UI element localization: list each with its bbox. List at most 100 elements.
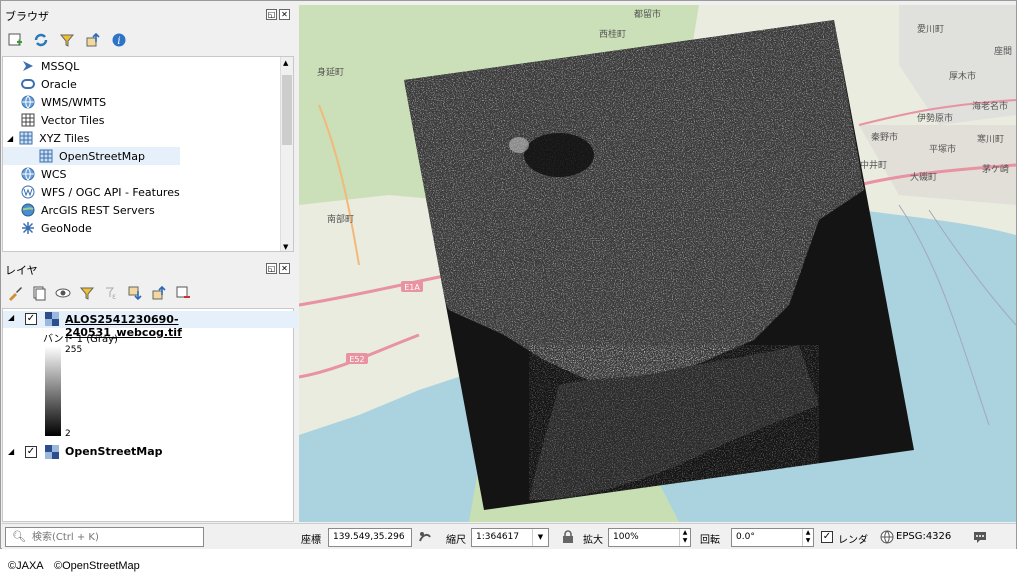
layer-visibility-checkbox[interactable]: ✓ bbox=[25, 313, 37, 325]
search-icon: 🔍︎ bbox=[12, 530, 26, 543]
road-shield-label: E52 bbox=[349, 355, 364, 364]
scale-value: 1:364617 bbox=[476, 532, 520, 542]
tile-layer-icon bbox=[45, 445, 59, 462]
map-label: 茅ケ崎 bbox=[982, 163, 1009, 175]
chevron-down-icon[interactable]: ▼ bbox=[532, 529, 548, 546]
layer-visibility-checkbox[interactable]: ✓ bbox=[25, 446, 37, 458]
lock-icon[interactable] bbox=[562, 530, 574, 547]
layers-panel-buttons: ◱ ✕ bbox=[266, 263, 290, 274]
spin-arrows-icon[interactable]: ▲ ▼ bbox=[679, 529, 690, 546]
browser-item-label: MSSQL bbox=[41, 59, 80, 73]
refresh-icon[interactable] bbox=[31, 30, 51, 50]
layers-tree: ◢ ✓ ALOS2541230690-240531_webcog.tif バンド… bbox=[2, 308, 298, 522]
browser-toolbar: i bbox=[5, 30, 129, 50]
locator-search-box[interactable]: 🔍︎ bbox=[5, 527, 204, 547]
browser-item-wcs[interactable]: WCS bbox=[21, 165, 67, 183]
wfs-icon bbox=[21, 185, 35, 199]
collapse-arrow-icon[interactable]: ◢ bbox=[7, 134, 13, 143]
browser-panel-title: ブラウザ bbox=[5, 10, 49, 23]
browser-item-label: WFS / OGC API - Features bbox=[41, 185, 180, 199]
map-canvas[interactable]: E1A E52 都留市 西桂町 身延町 南部町 愛川町 座間 厚木市 海老名市 … bbox=[299, 5, 1016, 522]
browser-item-label: Vector Tiles bbox=[41, 113, 105, 127]
rotation-spinbox[interactable]: 0.0° ▲ ▼ bbox=[731, 528, 814, 547]
crs-globe-icon[interactable] bbox=[880, 530, 894, 547]
expand-all-icon[interactable] bbox=[125, 283, 145, 303]
status-bar: 🔍︎ 座標 139.549,35.296 縮尺 1:364617 ▼ 拡大 10… bbox=[2, 523, 1016, 549]
layers-toolbar: ε bbox=[5, 283, 193, 303]
scale-combobox[interactable]: 1:364617 ▼ bbox=[471, 528, 549, 547]
magnify-label: 拡大 bbox=[583, 535, 603, 546]
layer-name-osm[interactable]: OpenStreetMap bbox=[65, 445, 163, 458]
float-panel-icon[interactable]: ◱ bbox=[266, 9, 277, 20]
browser-item-xyz-tiles[interactable]: ◢ XYZ Tiles bbox=[7, 129, 89, 147]
remove-layer-icon[interactable] bbox=[173, 283, 193, 303]
qgis-window: ブラウザ ◱ ✕ i MSSQL Oracle WMS/WMTS Vector … bbox=[0, 0, 1017, 549]
browser-item-openstreetmap[interactable]: OpenStreetMap bbox=[3, 147, 180, 165]
add-group-icon[interactable] bbox=[29, 283, 49, 303]
messages-icon[interactable] bbox=[972, 529, 988, 548]
collapse-arrow-icon[interactable]: ◢ bbox=[8, 447, 14, 456]
render-checkbox[interactable]: ✓ bbox=[821, 531, 833, 543]
browser-item-wms[interactable]: WMS/WMTS bbox=[21, 93, 106, 111]
rotation-value: 0.0° bbox=[736, 532, 755, 542]
legend-band-label: バンド 1 (Gray) bbox=[43, 334, 118, 345]
browser-panel-buttons: ◱ ✕ bbox=[266, 9, 290, 20]
map-label: 伊勢原市 bbox=[917, 112, 953, 124]
tiles-icon bbox=[19, 131, 33, 145]
svg-text:i: i bbox=[117, 36, 120, 47]
magnify-value: 100% bbox=[613, 532, 639, 542]
oracle-icon bbox=[21, 77, 35, 91]
browser-item-label: WCS bbox=[41, 167, 67, 181]
close-panel-icon[interactable]: ✕ bbox=[279, 9, 290, 20]
scroll-up-icon[interactable]: ▲ bbox=[283, 59, 288, 67]
map-label: 南部町 bbox=[327, 213, 354, 225]
map-label: 西桂町 bbox=[599, 28, 626, 40]
coord-label: 座標 bbox=[301, 535, 321, 546]
browser-item-arcgis[interactable]: ArcGIS REST Servers bbox=[21, 201, 155, 219]
svg-text:ε: ε bbox=[112, 292, 116, 301]
scroll-down-icon[interactable]: ▼ bbox=[283, 243, 288, 251]
collapse-all-icon[interactable] bbox=[83, 30, 103, 50]
map-svg: E1A E52 都留市 西桂町 身延町 南部町 愛川町 座間 厚木市 海老名市 … bbox=[299, 5, 1016, 522]
collapse-arrow-icon[interactable]: ◢ bbox=[8, 313, 14, 322]
float-panel-icon[interactable]: ◱ bbox=[266, 263, 277, 274]
filter-expression-icon[interactable]: ε bbox=[101, 283, 121, 303]
browser-item-label: GeoNode bbox=[41, 221, 92, 235]
browser-item-geonode[interactable]: GeoNode bbox=[21, 219, 92, 237]
browser-item-vector-tiles[interactable]: Vector Tiles bbox=[21, 111, 105, 129]
browser-item-mssql[interactable]: MSSQL bbox=[21, 57, 79, 75]
scale-label: 縮尺 bbox=[446, 535, 466, 546]
rotation-label: 回転 bbox=[700, 535, 720, 546]
crs-label[interactable]: EPSG:4326 bbox=[896, 531, 951, 542]
style-brush-icon[interactable] bbox=[5, 283, 25, 303]
close-panel-icon[interactable]: ✕ bbox=[279, 263, 290, 274]
add-layer-icon[interactable] bbox=[5, 30, 25, 50]
filter-icon[interactable] bbox=[57, 30, 77, 50]
browser-item-wfs[interactable]: WFS / OGC API - Features bbox=[21, 183, 180, 201]
map-label: 大磯町 bbox=[910, 171, 937, 183]
magnify-spinbox[interactable]: 100% ▲ ▼ bbox=[608, 528, 691, 547]
search-input[interactable] bbox=[32, 529, 200, 545]
mssql-icon bbox=[21, 59, 35, 73]
globe-icon bbox=[21, 167, 35, 181]
browser-item-label: Oracle bbox=[41, 77, 77, 91]
map-label: 寒川町 bbox=[977, 133, 1004, 145]
browser-tree: MSSQL Oracle WMS/WMTS Vector Tiles ◢ XYZ… bbox=[2, 56, 294, 252]
tiles-icon bbox=[39, 149, 53, 163]
browser-item-oracle[interactable]: Oracle bbox=[21, 75, 77, 93]
info-icon[interactable]: i bbox=[109, 30, 129, 50]
sar-raster-layer bbox=[404, 20, 914, 510]
browser-item-label: XYZ Tiles bbox=[39, 131, 90, 145]
render-label: レンダ bbox=[838, 535, 868, 546]
raster-layer-icon bbox=[45, 312, 59, 329]
coord-field[interactable]: 139.549,35.296 bbox=[328, 528, 412, 547]
eye-icon[interactable] bbox=[53, 283, 73, 303]
filter-icon[interactable] bbox=[77, 283, 97, 303]
browser-item-label: OpenStreetMap bbox=[59, 149, 146, 163]
spin-arrows-icon[interactable]: ▲ ▼ bbox=[802, 529, 813, 546]
browser-scrollbar[interactable]: ▲ ▼ bbox=[280, 57, 293, 251]
scroll-thumb[interactable] bbox=[282, 75, 292, 145]
collapse-all-icon[interactable] bbox=[149, 283, 169, 303]
legend-gradient-ramp bbox=[45, 346, 61, 436]
coord-toggle-icon[interactable] bbox=[417, 529, 433, 548]
